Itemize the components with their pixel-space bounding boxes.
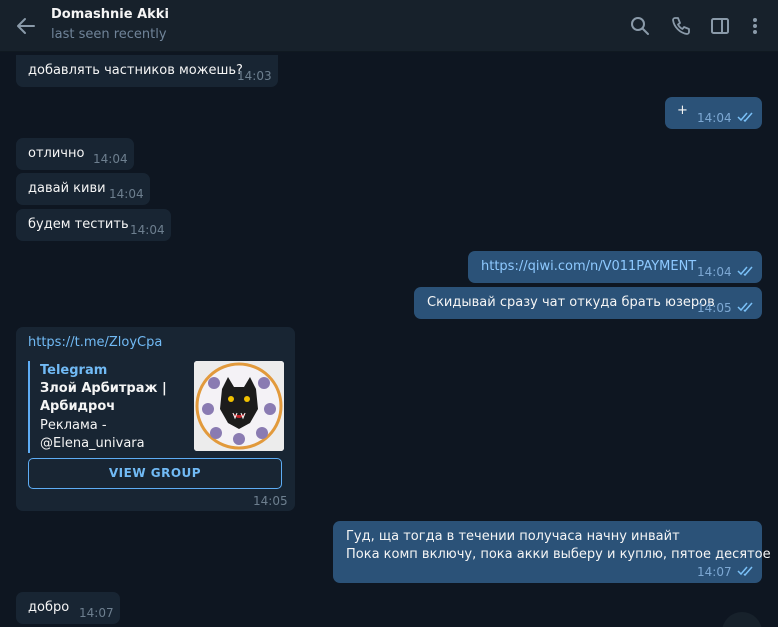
view-group-button[interactable]: VIEW GROUP (28, 458, 282, 489)
search-icon[interactable] (629, 15, 651, 37)
message-incoming[interactable]: добро 14:07 (16, 592, 120, 624)
chat-header: Domashnie Akki last seen recently (0, 0, 778, 52)
message-list[interactable]: добавлять частников можешь? 14:03 + 14:0… (0, 52, 778, 627)
more-icon[interactable] (744, 15, 766, 37)
preview-description: Реклама - @Elena_univara (40, 418, 145, 451)
back-arrow-icon[interactable] (14, 14, 38, 38)
chat-title[interactable]: Domashnie Akki (51, 7, 169, 22)
double-check-icon (737, 302, 753, 312)
phone-icon[interactable] (670, 15, 692, 37)
preview-site-name: Telegram (40, 363, 108, 378)
scroll-down-button[interactable] (722, 612, 762, 627)
double-check-icon (737, 112, 753, 122)
message-outgoing[interactable]: Гуд, ща тогда в течении получаса начну и… (333, 521, 771, 583)
double-check-icon (737, 566, 753, 576)
message-time: 14:04 (697, 265, 732, 279)
message-link[interactable]: https://t.me/ZloyCpa (28, 335, 162, 350)
message-outgoing[interactable]: + 14:04 (665, 97, 762, 129)
message-time: 14:04 (130, 223, 165, 237)
message-time: 14:05 (253, 494, 288, 508)
message-outgoing[interactable]: https://qiwi.com/n/V011PAYMENT 14:04 (468, 251, 762, 283)
message-text-line: Гуд, ща тогда в течении получаса начну и… (346, 529, 680, 544)
message-outgoing[interactable]: Скидывай сразу чат откуда брать юзеров 1… (414, 287, 762, 319)
message-time: 14:04 (93, 152, 128, 166)
message-text: добавлять частников можешь? (28, 63, 243, 78)
message-link[interactable]: https://qiwi.com/n/V011PAYMENT (481, 259, 696, 274)
preview-title: Злой Арбитраж | Арбидроч (40, 381, 167, 414)
message-text-line: Пока комп включу, пока акки выберу и куп… (346, 547, 771, 562)
message-time: 14:07 (79, 606, 114, 620)
message-incoming[interactable]: добавлять частников можешь? 14:03 (16, 55, 278, 87)
sidebar-toggle-icon[interactable] (709, 15, 731, 37)
panther-logo-icon (194, 361, 284, 451)
preview-image (194, 361, 284, 451)
message-text: + (677, 103, 688, 118)
message-text: отлично (28, 146, 85, 161)
message-incoming-link-preview[interactable]: https://t.me/ZloyCpa Telegram Злой Арбит… (16, 327, 295, 511)
message-text: давай киви (28, 181, 106, 196)
message-incoming[interactable]: отлично 14:04 (16, 138, 134, 170)
double-check-icon (737, 266, 753, 276)
message-time: 14:04 (697, 111, 732, 125)
message-text: Скидывай сразу чат откуда брать юзеров (427, 295, 715, 310)
message-time: 14:04 (109, 187, 144, 201)
link-preview[interactable]: Telegram Злой Арбитраж | Арбидроч Реклам… (28, 361, 285, 453)
message-incoming[interactable]: будем тестить 14:04 (16, 209, 171, 241)
message-time: 14:03 (237, 69, 272, 83)
chat-status: last seen recently (51, 27, 167, 42)
message-time: 14:05 (697, 301, 732, 315)
message-incoming[interactable]: давай киви 14:04 (16, 173, 150, 205)
message-text: добро (28, 600, 70, 615)
message-text: будем тестить (28, 217, 129, 232)
message-time: 14:07 (697, 565, 732, 579)
